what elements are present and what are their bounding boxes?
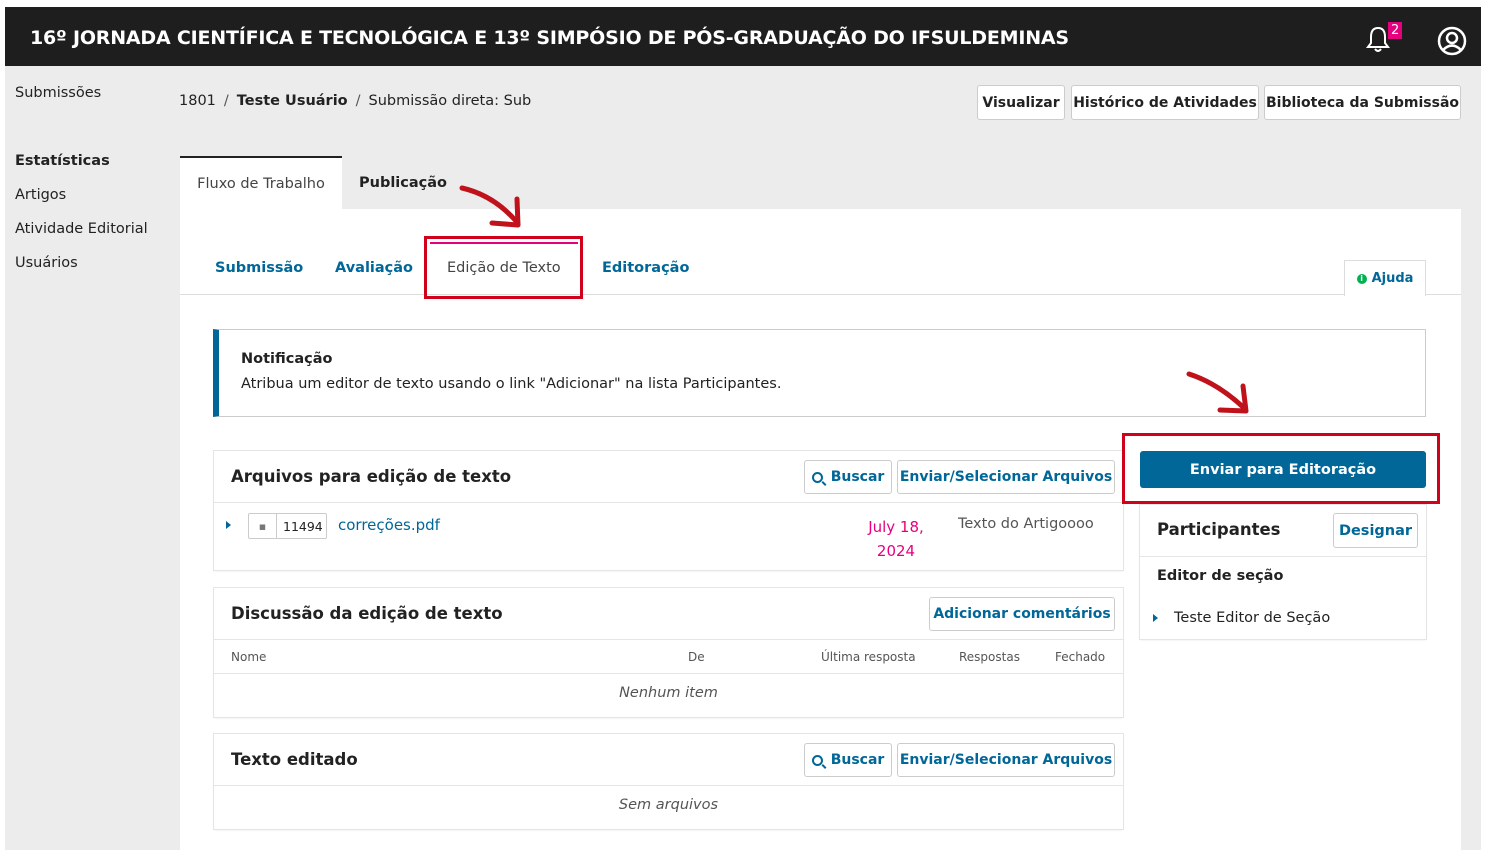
search-icon (811, 754, 823, 766)
table-header: Nome De Última resposta Respostas Fechad… (214, 640, 1123, 674)
annotation-highlight-copyediting (424, 236, 583, 299)
annotation-arrow-icon (1186, 371, 1249, 414)
submission-author: Teste Usuário (236, 93, 348, 109)
sidebar-item-submissions[interactable]: Submissões (15, 85, 101, 101)
info-icon: i (1356, 273, 1367, 284)
empty-message: Sem arquivos (618, 797, 719, 813)
expand-participant-icon[interactable] (1153, 614, 1158, 622)
sidebar-item-users[interactable]: Usuários (15, 255, 78, 271)
user-avatar-icon[interactable] (1437, 26, 1467, 56)
file-id-badge: ▪ 11494 (248, 513, 327, 539)
tab-submission-stage[interactable]: Submissão (215, 260, 303, 276)
participant-name[interactable]: Teste Editor de Seção (1174, 610, 1330, 626)
tab-workflow[interactable]: Fluxo de Trabalho (180, 156, 342, 209)
participants-card: Participantes Designar Editor de seção T… (1140, 505, 1426, 639)
breadcrumb: 1801/Teste Usuário / Submissão direta: Sub (179, 93, 532, 109)
column-closed: Fechado (1055, 650, 1106, 664)
copyediting-discussion-card: Discussão da edição de texto Adicionar c… (214, 588, 1123, 717)
sidebar-item-articles[interactable]: Artigos (15, 187, 66, 203)
card-header: Arquivos para edição de texto Buscar Env… (214, 451, 1123, 503)
view-button[interactable]: Visualizar (977, 85, 1065, 120)
pdf-file-icon: ▪ (249, 514, 277, 538)
file-date: July 18, 2024 (868, 518, 924, 560)
edited-text-card: Texto editado Buscar Enviar/Selecionar A… (214, 734, 1123, 829)
file-row: ▪ 11494 correções.pdf July 18, 2024 Text… (214, 503, 1123, 569)
expand-row-icon[interactable] (226, 521, 231, 529)
stage-tabs-divider (180, 294, 1461, 295)
search-button[interactable]: Buscar (804, 743, 892, 777)
add-comments-button[interactable]: Adicionar comentários (929, 597, 1115, 631)
activity-history-button[interactable]: Histórico de Atividades (1071, 85, 1259, 120)
tab-review-stage[interactable]: Avaliação (335, 260, 413, 276)
card-header: Discussão da edição de texto Adicionar c… (214, 588, 1123, 640)
top-navbar: 16º JORNADA CIENTÍFICA E TECNOLÓGICA E 1… (5, 7, 1481, 66)
search-button[interactable]: Buscar (804, 460, 892, 494)
copyediting-files-card: Arquivos para edição de texto Buscar Env… (214, 451, 1123, 570)
column-name: Nome (231, 650, 267, 664)
submission-title: Submissão direta: Sub (368, 93, 532, 109)
tab-production-stage[interactable]: Editoração (602, 260, 689, 276)
site-title[interactable]: 16º JORNADA CIENTÍFICA E TECNOLÓGICA E 1… (30, 27, 1069, 49)
card-title: Arquivos para edição de texto (231, 467, 512, 486)
submission-library-button[interactable]: Biblioteca da Submissão (1264, 85, 1461, 120)
annotation-highlight-send (1122, 433, 1440, 504)
column-last-reply: Última resposta (821, 650, 916, 664)
column-replies: Respostas (959, 650, 1020, 664)
participant-role: Editor de seção (1157, 568, 1284, 584)
notification-badge: 2 (1388, 22, 1403, 39)
card-title: Discussão da edição de texto (231, 604, 503, 623)
tab-publication[interactable]: Publicação (343, 156, 463, 209)
empty-message: Nenhum item (619, 685, 718, 701)
file-link[interactable]: correções.pdf (338, 516, 440, 534)
notification-title: Notificação (241, 351, 333, 367)
divider (1140, 556, 1426, 557)
help-tab[interactable]: i Ajuda (1344, 260, 1426, 296)
sidebar-item-editorial-activity[interactable]: Atividade Editorial (15, 221, 148, 237)
file-type: Texto do Artigoooo (958, 516, 1094, 532)
column-from: De (688, 650, 705, 664)
upload-files-button[interactable]: Enviar/Selecionar Arquivos (897, 743, 1115, 777)
participants-title: Participantes (1157, 520, 1281, 539)
card-header: Texto editado Buscar Enviar/Selecionar A… (214, 734, 1123, 786)
sidebar-heading-statistics[interactable]: Estatísticas (15, 153, 110, 169)
assign-button[interactable]: Designar (1333, 513, 1418, 548)
notification-text: Atribua um editor de texto usando o link… (241, 376, 782, 392)
annotation-arrow-icon (459, 185, 521, 228)
search-icon (811, 471, 823, 483)
card-title: Texto editado (231, 750, 358, 769)
upload-files-button[interactable]: Enviar/Selecionar Arquivos (897, 460, 1115, 494)
submission-id: 1801 (179, 93, 216, 109)
